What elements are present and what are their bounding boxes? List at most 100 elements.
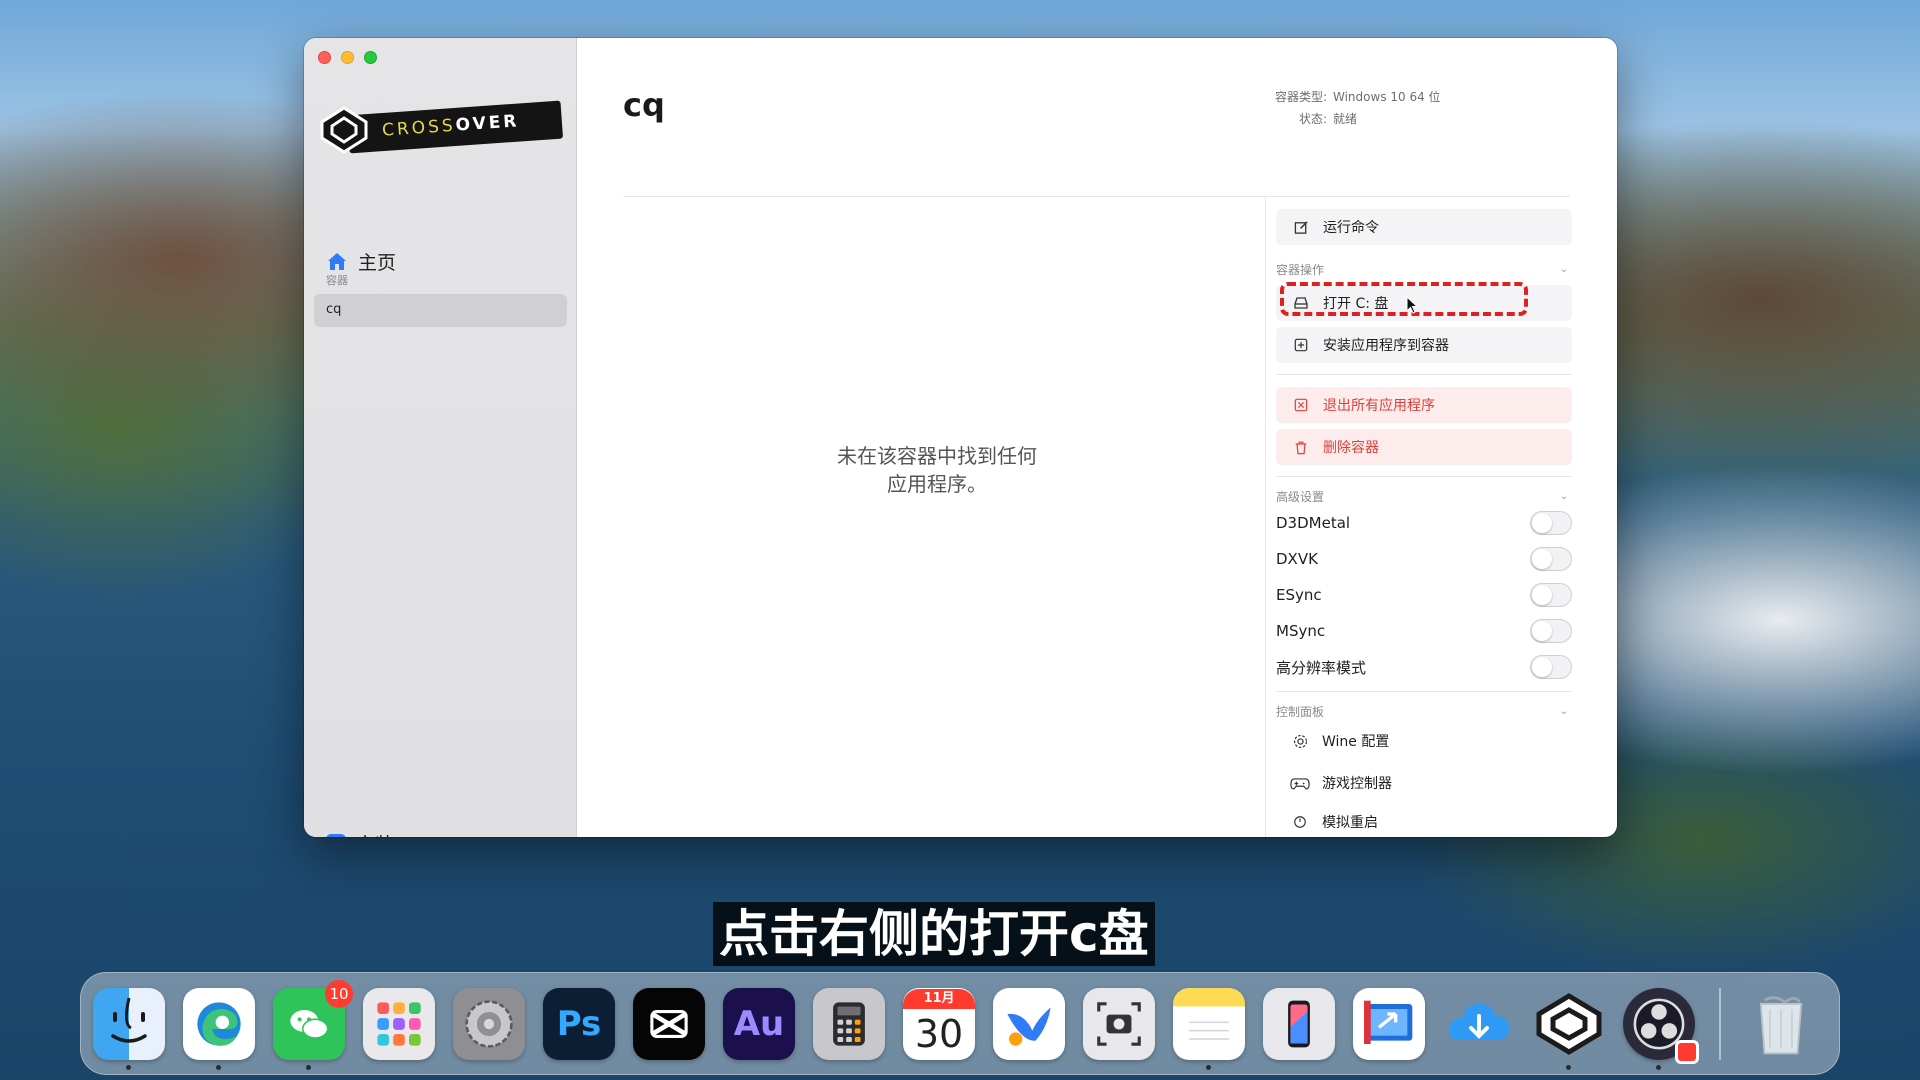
dock-feishu[interactable] bbox=[993, 987, 1065, 1060]
dock-launchpad[interactable] bbox=[363, 987, 435, 1060]
power-icon bbox=[1290, 812, 1310, 832]
trash-icon bbox=[1759, 995, 1803, 1054]
minimize-button[interactable] bbox=[341, 51, 354, 64]
window-controls bbox=[318, 51, 377, 64]
toggle-row-dxvk: DXVK bbox=[1276, 541, 1572, 577]
run-command-button[interactable]: 运行命令 bbox=[1276, 209, 1572, 245]
running-indicator bbox=[216, 1064, 221, 1070]
dock-trash[interactable] bbox=[1745, 988, 1817, 1060]
video-subtitle: 点击右侧的打开c盘 bbox=[713, 902, 1155, 966]
toggle-row-d3dmetal: D3DMetal bbox=[1276, 505, 1572, 541]
advanced-settings-header[interactable]: 高级设置 ⌄ bbox=[1276, 487, 1572, 505]
running-indicator bbox=[306, 1064, 311, 1070]
toggle-label: D3DMetal bbox=[1276, 514, 1351, 532]
delete-container-label: 删除容器 bbox=[1323, 440, 1379, 456]
main-content: cq 容器类型: Windows 10 64 位 状态: 就绪 未在该容器中找到… bbox=[577, 38, 1617, 837]
running-indicator bbox=[1206, 1064, 1211, 1070]
open-c-drive-button[interactable]: 打开 C: 盘 bbox=[1276, 282, 1572, 321]
toggle-label: 高分辨率模式 bbox=[1276, 658, 1367, 677]
calendar-day: 30 bbox=[914, 1011, 964, 1056]
toggle-row-esync: ESync bbox=[1276, 577, 1572, 613]
sidebar-item-home[interactable]: 主页 bbox=[326, 248, 396, 275]
running-indicator bbox=[1566, 1064, 1571, 1070]
install-label: 安装 bbox=[356, 830, 394, 837]
recording-indicator bbox=[1675, 1039, 1699, 1064]
toggle-label: DXVK bbox=[1276, 550, 1318, 568]
container-ops-label: 容器操作 bbox=[1276, 262, 1325, 277]
advanced-settings-label: 高级设置 bbox=[1276, 489, 1325, 504]
red-dashed-highlight bbox=[1280, 282, 1528, 316]
empty-line-1: 未在该容器中找到任何 bbox=[837, 444, 1037, 468]
dock-calculator[interactable] bbox=[813, 987, 885, 1060]
game-controller-button[interactable]: 游戏控制器 bbox=[1276, 762, 1572, 804]
install-button[interactable]: + 安装 bbox=[326, 830, 394, 837]
delete-container-button[interactable]: 删除容器 bbox=[1276, 429, 1572, 465]
au-label: Au bbox=[733, 1003, 785, 1044]
dock-iphone-mirroring[interactable] bbox=[1263, 987, 1335, 1060]
bird-icon bbox=[1007, 1006, 1051, 1046]
high-resolution-switch[interactable] bbox=[1530, 655, 1572, 679]
ps-label: Ps bbox=[556, 1003, 602, 1044]
quit-all-apps-button[interactable]: 退出所有应用程序 bbox=[1276, 387, 1572, 423]
simulate-restart-label: 模拟重启 bbox=[1322, 815, 1378, 831]
container-meta: 容器类型: Windows 10 64 位 状态: 就绪 bbox=[1267, 85, 1441, 129]
remote-desktop-icon bbox=[1364, 1000, 1413, 1044]
meta-key: 容器类型: bbox=[1274, 89, 1327, 104]
sidebar-item-container-cq[interactable]: cq bbox=[314, 294, 567, 327]
meta-row-status: 状态: 就绪 bbox=[1267, 107, 1441, 129]
dock-downloader[interactable] bbox=[1443, 988, 1515, 1060]
running-indicator bbox=[1656, 1064, 1661, 1070]
run-command-label: 运行命令 bbox=[1323, 220, 1379, 236]
dock-separator bbox=[1719, 987, 1721, 1060]
close-square-icon bbox=[1293, 397, 1309, 413]
finder-icon bbox=[111, 997, 147, 1043]
d3dmetal-switch[interactable] bbox=[1530, 511, 1572, 535]
chevron-down-icon: ⌄ bbox=[1559, 263, 1568, 275]
dock-notes[interactable] bbox=[1173, 987, 1245, 1070]
sidebar-item-home-label: 主页 bbox=[358, 252, 397, 274]
chevron-down-icon: ⌄ bbox=[1559, 705, 1568, 717]
dxvk-switch[interactable] bbox=[1530, 547, 1572, 571]
wine-config-button[interactable]: Wine 配置 bbox=[1276, 720, 1572, 762]
esync-switch[interactable] bbox=[1530, 583, 1572, 607]
gamepad-icon bbox=[1290, 773, 1310, 793]
dock-screenshot[interactable] bbox=[1083, 987, 1155, 1060]
dock-photoshop[interactable]: Ps bbox=[543, 987, 615, 1060]
add-square-icon bbox=[1293, 337, 1309, 353]
container-ops-header[interactable]: 容器操作 ⌄ bbox=[1276, 260, 1572, 278]
container-actions-panel: 运行命令 容器操作 ⌄ 打开 C: 盘 安装应用程序到容器 退出所有应用程序 删… bbox=[1265, 197, 1572, 837]
dock-wechat[interactable]: 10 bbox=[273, 979, 353, 1070]
control-panel-header[interactable]: 控制面板 ⌄ bbox=[1276, 702, 1572, 720]
dock-remote-desktop[interactable] bbox=[1353, 987, 1425, 1060]
dock-edge[interactable] bbox=[183, 987, 255, 1070]
trash-icon bbox=[1293, 439, 1309, 455]
dock-obs[interactable] bbox=[1623, 987, 1699, 1070]
install-app-to-container-button[interactable]: 安装应用程序到容器 bbox=[1276, 327, 1572, 363]
dock-finder[interactable] bbox=[93, 987, 165, 1070]
launchpad-icon bbox=[377, 1001, 421, 1046]
dock-capcut[interactable] bbox=[633, 987, 705, 1060]
dock-audition[interactable]: Au bbox=[723, 987, 795, 1060]
running-indicator bbox=[126, 1064, 131, 1070]
dock: 10 Ps Au 11月 30 bbox=[80, 972, 1840, 1075]
notes-icon bbox=[1189, 1021, 1229, 1040]
calculator-icon bbox=[833, 1001, 865, 1046]
dock-system-settings[interactable] bbox=[453, 987, 525, 1060]
capcut-icon bbox=[650, 1009, 688, 1038]
home-icon bbox=[328, 252, 346, 270]
dock-crossover[interactable] bbox=[1533, 988, 1605, 1070]
edit-icon bbox=[1293, 219, 1309, 235]
sidebar: CROSSOVER 主页 容器 cq + 安装 bbox=[304, 38, 577, 837]
gear-icon bbox=[1290, 731, 1310, 751]
dock-calendar[interactable]: 11月 30 bbox=[903, 987, 975, 1060]
notification-badge: 10 bbox=[325, 979, 353, 1008]
meta-row-type: 容器类型: Windows 10 64 位 bbox=[1267, 85, 1441, 107]
close-button[interactable] bbox=[318, 51, 331, 64]
crossover-window: CROSSOVER 主页 容器 cq + 安装 cq 容器类型: Windows… bbox=[304, 38, 1617, 837]
simulate-restart-button[interactable]: 模拟重启 bbox=[1276, 804, 1572, 832]
phone-icon bbox=[1288, 1000, 1310, 1047]
chevron-down-icon: ⌄ bbox=[1559, 490, 1568, 502]
edge-icon bbox=[197, 1001, 241, 1046]
zoom-button[interactable] bbox=[364, 51, 377, 64]
msync-switch[interactable] bbox=[1530, 619, 1572, 643]
